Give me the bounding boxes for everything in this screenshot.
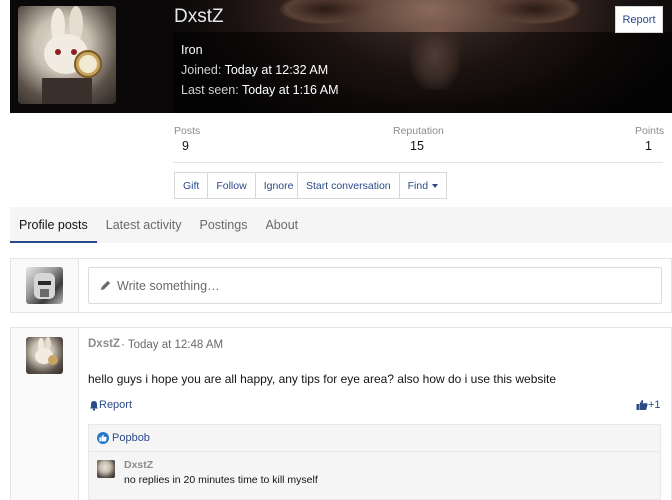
write-something-input[interactable]: Write something… <box>88 267 662 304</box>
post-report-link[interactable]: Report <box>89 399 132 411</box>
post-timestamp[interactable]: · Today at 12:48 AM <box>121 339 223 351</box>
stat-reputation-value: 15 <box>410 139 424 153</box>
stat-reputation-label: Reputation <box>393 125 444 137</box>
profile-username: DxstZ <box>174 6 224 27</box>
profile-avatar[interactable] <box>18 6 116 104</box>
tab-about[interactable]: About <box>256 207 307 243</box>
gift-button[interactable]: Gift <box>175 173 209 198</box>
post-report-label: Report <box>99 399 133 411</box>
pencil-icon <box>100 280 111 291</box>
profile-action-group-2: Start conversation Find <box>297 172 448 199</box>
profile-action-group: Gift Follow Ignore <box>174 172 303 199</box>
comment-author-name[interactable]: DxstZ <box>124 459 153 471</box>
liked-by-user[interactable]: Popbob <box>112 432 150 444</box>
thumbs-up-icon <box>636 399 648 410</box>
report-profile-button[interactable]: Report <box>615 6 663 33</box>
comment-body: no replies in 20 minutes time to kill my… <box>124 474 318 486</box>
like-button[interactable]: +1 <box>636 399 661 411</box>
profile-post-composer: Write something… <box>10 258 672 313</box>
stat-posts-label: Posts <box>174 125 201 137</box>
user-title: Iron <box>181 43 203 57</box>
follow-button[interactable]: Follow <box>208 173 256 198</box>
last-seen-value: Today at 1:16 AM <box>241 83 339 97</box>
stat-points-label: Points <box>635 125 665 137</box>
ignore-button[interactable]: Ignore <box>255 173 302 198</box>
start-conversation-button[interactable]: Start conversation <box>298 173 400 198</box>
tab-latest-activity[interactable]: Latest activity <box>97 207 191 243</box>
joined-line: Joined: Today at 12:32 AM <box>181 63 328 77</box>
write-placeholder: Write something… <box>117 278 220 293</box>
stat-points-value[interactable]: 1 <box>645 139 652 153</box>
chevron-down-icon <box>432 183 439 188</box>
tab-profile-posts[interactable]: Profile posts <box>10 207 97 243</box>
post-body: hello guys i hope you are all happy, any… <box>88 372 557 386</box>
like-badge-icon <box>97 432 109 444</box>
post-comment: DxstZ no replies in 20 minutes time to k… <box>88 452 661 500</box>
find-dropdown[interactable]: Find <box>399 173 447 198</box>
find-label: Find <box>407 179 429 192</box>
current-user-avatar[interactable] <box>26 267 63 304</box>
joined-label: Joined: <box>181 63 222 77</box>
comment-author-avatar[interactable] <box>97 460 115 478</box>
post-author-name[interactable]: DxstZ <box>88 338 120 350</box>
bell-icon <box>90 400 98 411</box>
joined-value: Today at 12:32 AM <box>224 63 329 77</box>
tab-postings[interactable]: Postings <box>191 207 257 243</box>
post-author-avatar[interactable] <box>26 337 63 374</box>
banner-image-detail <box>280 0 370 24</box>
banner-image-detail <box>490 0 580 24</box>
post-separator: · <box>121 339 125 351</box>
stats-divider <box>173 162 663 163</box>
stat-posts-value[interactable]: 9 <box>182 139 189 153</box>
post-time-value: Today at 12:48 AM <box>127 339 224 351</box>
last-seen-label: Last seen: <box>181 83 239 97</box>
likes-summary: Popbob <box>88 424 661 452</box>
last-seen-line: Last seen: Today at 1:16 AM <box>181 83 339 97</box>
like-count: +1 <box>648 399 661 411</box>
profile-tabs: Profile posts Latest activity Postings A… <box>10 207 672 243</box>
